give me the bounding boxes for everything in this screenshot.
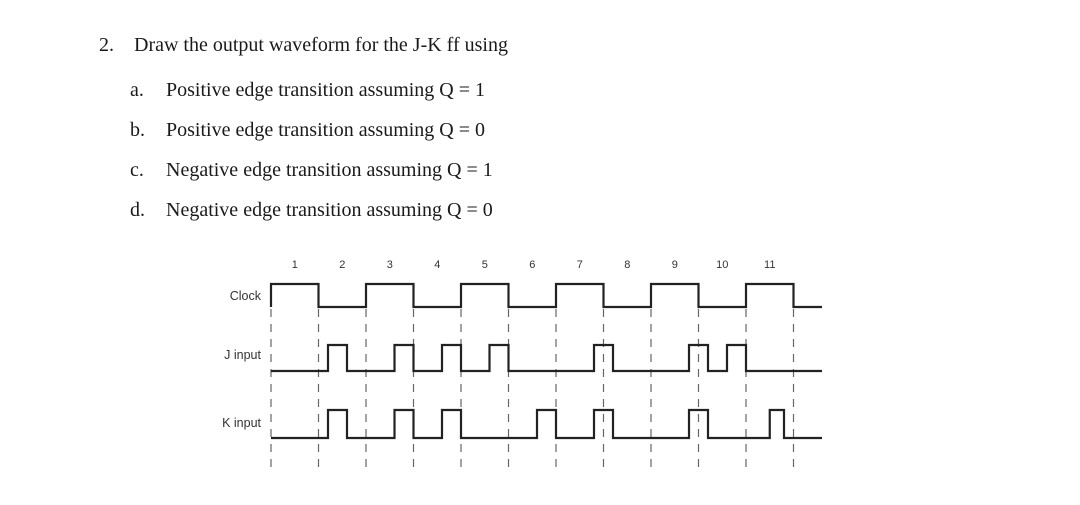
tick-labels: 1 2 3 4 5 6 7 8 9 10 11 (292, 259, 776, 271)
tick-label: 10 (716, 259, 728, 271)
signal-labels: Clock J input K input (222, 289, 262, 430)
tick-label: 3 (387, 259, 393, 271)
tick-label: 5 (482, 259, 488, 271)
waveform-j-input (271, 343, 822, 373)
tick-label: 6 (529, 259, 535, 271)
signal-label-j-input: J input (224, 348, 261, 362)
waveform-k-input (271, 408, 822, 440)
tick-label: 8 (624, 259, 630, 271)
tick-label: 1 (292, 259, 298, 271)
signal-label-clock: Clock (230, 289, 262, 303)
guide-lines (270, 309, 795, 470)
tick-label: 7 (577, 259, 583, 271)
timing-diagram: 1 2 3 4 5 6 7 8 9 10 11 Clock J input K input (222, 259, 822, 470)
tick-label: 9 (672, 259, 678, 271)
tick-label: 4 (434, 259, 440, 271)
tick-label: 11 (764, 259, 775, 271)
tick-label: 2 (339, 259, 345, 271)
signal-label-k-input: K input (222, 416, 261, 430)
waveforms (269, 282, 822, 440)
waveform-clock (269, 282, 822, 309)
